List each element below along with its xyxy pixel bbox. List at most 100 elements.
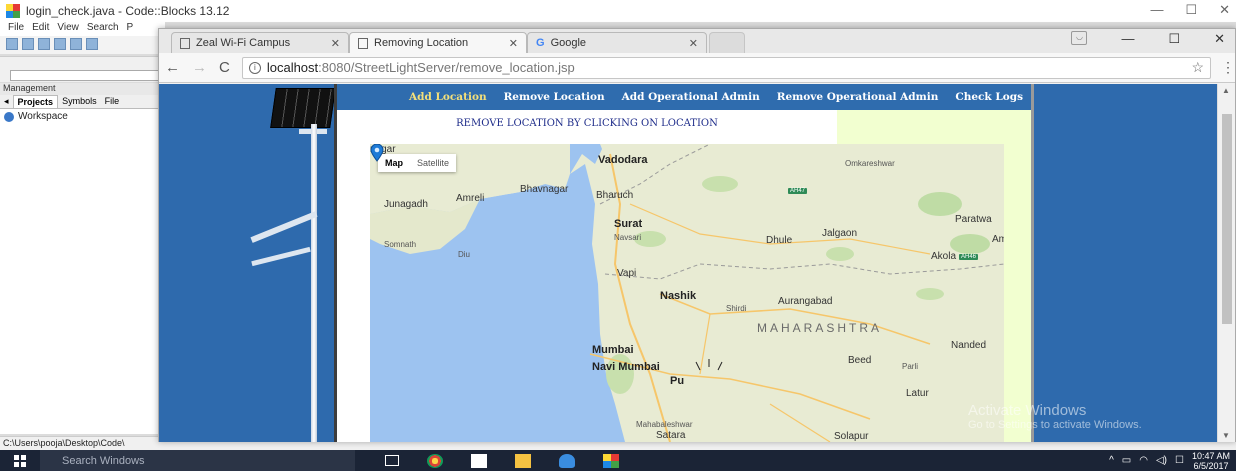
map-label: Beed — [848, 355, 872, 366]
menu-view[interactable]: View — [57, 22, 79, 36]
new-file-icon[interactable] — [6, 38, 18, 50]
close-tab-icon[interactable]: ✕ — [689, 37, 698, 50]
menu-project[interactable]: P — [127, 22, 134, 36]
profile-icon[interactable]: ◡ — [1071, 31, 1088, 45]
volume-icon[interactable]: ◁) — [1156, 455, 1167, 466]
codeblocks-target-row — [0, 68, 165, 82]
file-explorer-icon[interactable] — [515, 453, 531, 468]
save-all-icon[interactable] — [54, 38, 66, 50]
scrollbar-thumb[interactable] — [1222, 114, 1232, 324]
pole-arm-graphic — [251, 246, 311, 267]
close-tab-icon[interactable]: ✕ — [509, 37, 518, 50]
chrome-tab-google[interactable]: G Google ✕ — [527, 32, 707, 53]
system-tray: ^ ▭ ◠ ◁) ☐ 10:47 AM 6/5/2017 — [1109, 450, 1230, 471]
bookmark-star-icon[interactable]: ☆ — [1191, 59, 1204, 76]
close-icon[interactable]: ✕ — [1219, 2, 1230, 18]
nav-remove-operational-admin[interactable]: Remove Operational Admin — [777, 91, 939, 103]
codeblocks-toolbar-row — [0, 56, 165, 68]
map-label: Aurangabad — [778, 296, 833, 307]
cut-icon[interactable] — [70, 38, 82, 50]
windows-logo-icon — [14, 454, 26, 467]
map-label: Junagadh — [384, 199, 428, 210]
location-map[interactable]: Map Satellite nagar Vadodara Omkareshwar… — [370, 144, 1004, 442]
nav-add-operational-admin[interactable]: Add Operational Admin — [622, 91, 760, 103]
taskbar-apps — [385, 453, 619, 468]
map-type-toggle: Map Satellite — [378, 154, 457, 172]
store-icon[interactable] — [471, 453, 487, 468]
maximize-icon[interactable]: ☐ — [1168, 31, 1180, 47]
open-file-icon[interactable] — [22, 38, 34, 50]
map-label: Bhavnagar — [520, 184, 569, 195]
edge-icon[interactable] — [559, 453, 575, 468]
clock-time: 10:47 AM — [1191, 450, 1230, 461]
forward-icon[interactable]: → — [192, 59, 207, 76]
wifi-icon[interactable]: ◠ — [1139, 455, 1148, 466]
chrome-app-icon[interactable] — [427, 453, 443, 468]
site-info-icon[interactable]: i — [248, 61, 261, 74]
chrome-window: Zeal Wi-Fi Campus ✕ Removing Location ✕ … — [158, 28, 1236, 442]
address-bar[interactable]: i localhost :8080/StreetLightServer/remo… — [241, 56, 1211, 79]
location-marker-icon[interactable] — [370, 144, 384, 162]
save-icon[interactable] — [38, 38, 50, 50]
taskbar-clock[interactable]: 10:47 AM 6/5/2017 — [1192, 451, 1230, 471]
chrome-tab-zeal[interactable]: Zeal Wi-Fi Campus ✕ — [171, 32, 349, 53]
maximize-icon[interactable]: ☐ — [1185, 2, 1197, 18]
start-button[interactable] — [0, 450, 40, 471]
map-type-satellite-button[interactable]: Satellite — [410, 154, 456, 172]
tab-symbols[interactable]: Symbols — [58, 95, 101, 108]
undo-icon[interactable] — [86, 38, 98, 50]
target-select[interactable] — [10, 69, 160, 81]
management-tabs: ◂ Projects Symbols File — [0, 95, 165, 109]
chrome-tab-removing-location[interactable]: Removing Location ✕ — [349, 32, 527, 53]
scroll-up-icon[interactable]: ▲ — [1222, 86, 1230, 95]
taskbar-search[interactable]: Search Windows — [40, 450, 355, 471]
tabs-scroll-left-icon[interactable]: ◂ — [0, 95, 13, 108]
menu-edit[interactable]: Edit — [32, 22, 49, 36]
nav-remove-location[interactable]: Remove Location — [504, 91, 605, 103]
task-view-icon[interactable] — [385, 455, 399, 466]
tab-projects[interactable]: Projects — [12, 95, 59, 108]
map-label: Navi Mumbai — [592, 361, 660, 373]
close-icon[interactable]: ✕ — [1214, 31, 1225, 47]
map-label: Solapur — [834, 431, 869, 442]
chrome-window-controls: ◡ — ☐ ✕ — [1071, 31, 1225, 47]
windows-taskbar: Search Windows ^ ▭ ◠ ◁) ☐ 10:47 AM 6/5/2… — [0, 450, 1236, 471]
codeblocks-app-icon[interactable] — [603, 453, 619, 468]
url-path: :8080/StreetLightServer/remove_location.… — [318, 60, 575, 75]
workspace-node[interactable]: Workspace — [4, 111, 160, 122]
chrome-menu-icon[interactable]: ⋮ — [1221, 59, 1235, 76]
highway-shield: AH46 — [959, 254, 979, 260]
menu-file[interactable]: File — [8, 22, 24, 36]
tab-files[interactable]: File — [101, 95, 124, 108]
map-label: Surat — [614, 218, 643, 230]
management-panel-title: Management — [0, 83, 165, 95]
scroll-down-icon[interactable]: ▼ — [1222, 431, 1230, 440]
watermark-title: Activate Windows — [968, 402, 1087, 419]
battery-icon[interactable]: ▭ — [1122, 455, 1131, 466]
map-label: Diu — [458, 250, 471, 259]
nav-add-location[interactable]: Add Location — [409, 91, 487, 103]
map-label: Am — [992, 234, 1004, 245]
workspace-label: Workspace — [18, 111, 68, 122]
nav-check-logs[interactable]: Check Logs — [955, 91, 1023, 103]
back-icon[interactable]: ← — [165, 59, 180, 76]
map-label: Mahabaleshwar — [636, 420, 693, 429]
map-label: Somnath — [384, 240, 417, 249]
map-label: Nashik — [660, 290, 697, 302]
minimize-icon[interactable]: — — [1121, 31, 1134, 47]
map-label: Bharuch — [596, 190, 634, 201]
page-viewport: Add Location Remove Location Add Operati… — [159, 84, 1217, 442]
tray-expand-icon[interactable]: ^ — [1109, 455, 1114, 466]
page-scrollbar[interactable]: ▲ ▼ — [1217, 84, 1235, 442]
codeblocks-title: login_check.java - Code::Blocks 13.12 — [26, 4, 230, 18]
pole-stem-graphic — [311, 124, 317, 442]
minimize-icon[interactable]: — — [1150, 2, 1163, 18]
new-tab-button[interactable] — [709, 32, 745, 53]
menu-search[interactable]: Search — [87, 22, 119, 36]
map-label: Shirdi — [726, 304, 747, 313]
reload-icon[interactable]: C — [219, 59, 230, 76]
codeblocks-toolbar — [0, 36, 165, 54]
notifications-icon[interactable]: ☐ — [1175, 455, 1184, 466]
map-label: Omkareshwar — [845, 159, 895, 168]
close-tab-icon[interactable]: ✕ — [331, 37, 340, 50]
